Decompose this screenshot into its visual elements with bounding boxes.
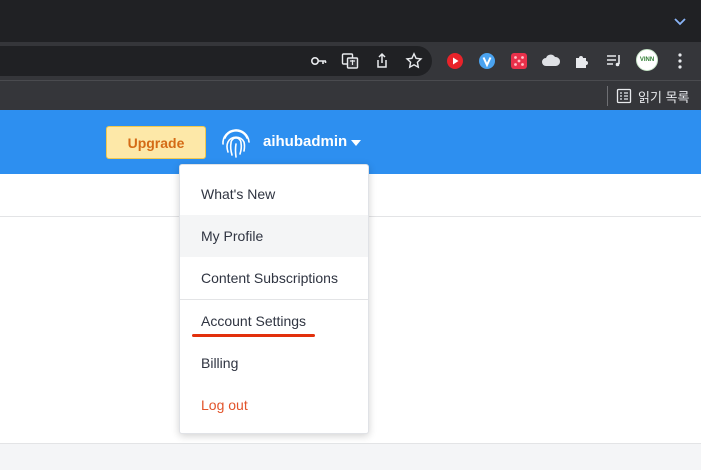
cloud-extension-icon[interactable] xyxy=(541,51,561,71)
menu-item-label: My Profile xyxy=(201,228,264,244)
menu-item-log-out[interactable]: Log out xyxy=(180,384,368,426)
menu-item-label: Content Subscriptions xyxy=(201,270,338,286)
caret-down-icon[interactable] xyxy=(351,140,361,146)
upgrade-button[interactable]: Upgrade xyxy=(106,126,206,159)
key-icon[interactable] xyxy=(309,51,329,71)
menu-item-label: Log out xyxy=(201,397,248,413)
kebab-menu-icon[interactable] xyxy=(670,51,690,71)
address-bar[interactable] xyxy=(0,46,432,76)
youtube-extension-icon[interactable] xyxy=(445,51,465,71)
share-icon[interactable] xyxy=(372,51,392,71)
puzzle-icon[interactable] xyxy=(572,51,592,71)
reading-list-button[interactable]: 읽기 목록 xyxy=(616,85,689,107)
profile-avatar-icon[interactable]: VINN xyxy=(636,49,658,71)
profile-avatar-badge: VINN xyxy=(639,57,655,63)
menu-item-label: Account Settings xyxy=(201,313,307,329)
reading-list-label: 읽기 목록 xyxy=(638,89,690,105)
menu-item-label: Billing xyxy=(201,355,239,371)
app-window: VINN 읽기 목록 Upgrade aihubadmin What's New… xyxy=(0,0,701,470)
menu-item-billing[interactable]: Billing xyxy=(180,342,368,384)
menu-item-whats-new[interactable]: What's New xyxy=(180,173,368,215)
bookmarks-divider xyxy=(607,86,608,106)
page-footer xyxy=(0,443,701,470)
extension-dots-icon[interactable] xyxy=(509,51,529,71)
menu-item-label: What's New xyxy=(201,186,276,202)
username-label[interactable]: aihubadmin xyxy=(263,133,347,150)
reading-list-icon xyxy=(616,88,632,104)
translate-icon[interactable] xyxy=(340,51,360,71)
user-dropdown-menu: What's New My Profile Content Subscripti… xyxy=(179,164,369,434)
chevron-down-icon[interactable] xyxy=(673,14,687,28)
fingerprint-avatar-icon[interactable] xyxy=(218,124,254,160)
browser-toolbar: VINN xyxy=(0,42,701,80)
star-icon[interactable] xyxy=(404,51,424,71)
menu-item-content-subscriptions[interactable]: Content Subscriptions xyxy=(180,257,368,299)
media-queue-icon[interactable] xyxy=(604,51,624,71)
menu-item-my-profile[interactable]: My Profile xyxy=(180,215,368,257)
browser-tab-strip xyxy=(0,0,701,42)
extension-v-icon[interactable] xyxy=(477,51,497,71)
bookmarks-bar: 읽기 목록 xyxy=(0,80,701,110)
annotation-underline xyxy=(192,334,315,337)
